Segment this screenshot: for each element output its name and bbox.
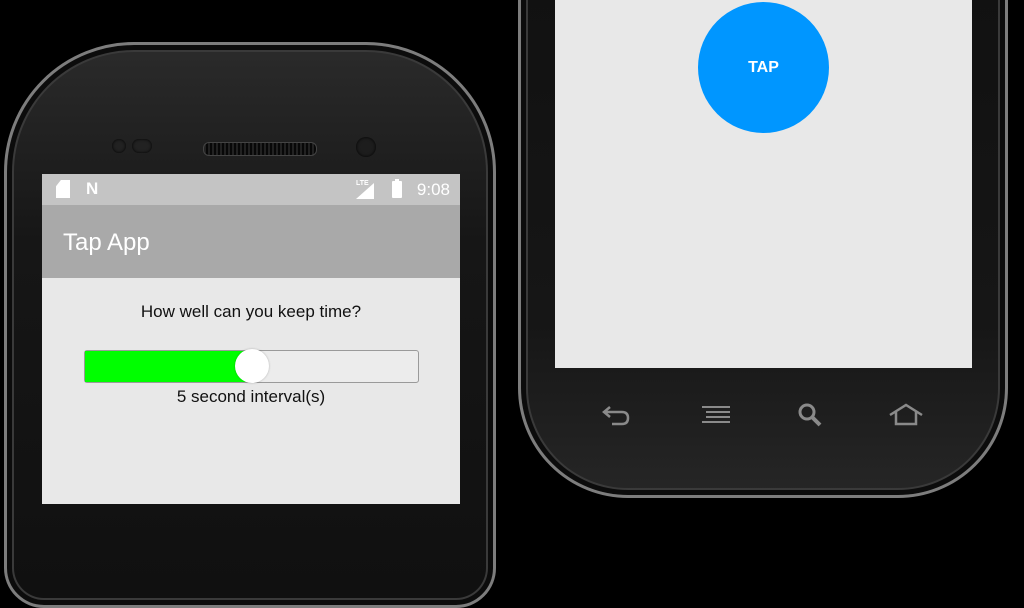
- app-title: Tap App: [63, 229, 150, 256]
- notification-icon: N: [86, 179, 99, 198]
- battery-icon: [392, 179, 402, 198]
- earpiece-speaker: [203, 142, 317, 156]
- slider-thumb[interactable]: [234, 349, 269, 383]
- sd-card-icon: [56, 180, 70, 198]
- tap-button[interactable]: TAP: [698, 2, 829, 133]
- signal-badge: LTE: [356, 180, 369, 187]
- interval-label: 5 second interval(s): [176, 387, 326, 406]
- back-icon[interactable]: [598, 400, 634, 430]
- front-camera-icon: [356, 137, 376, 157]
- question-text: How well can you keep time?: [140, 302, 362, 321]
- interval-slider[interactable]: [84, 349, 419, 383]
- menu-icon[interactable]: [698, 400, 734, 430]
- sensor-icon: [112, 139, 126, 153]
- search-icon[interactable]: [792, 400, 828, 430]
- right-screen: TAP: [555, 0, 972, 368]
- home-icon[interactable]: [888, 400, 924, 430]
- left-screen: N LTE 9:08 Tap App How well can you keep…: [42, 174, 460, 504]
- sensor-icon: [132, 139, 152, 153]
- app-bar: Tap App: [42, 205, 460, 278]
- slider-fill: [85, 351, 252, 382]
- status-bar: N LTE 9:08: [42, 174, 460, 205]
- status-clock: 9:08: [416, 180, 450, 199]
